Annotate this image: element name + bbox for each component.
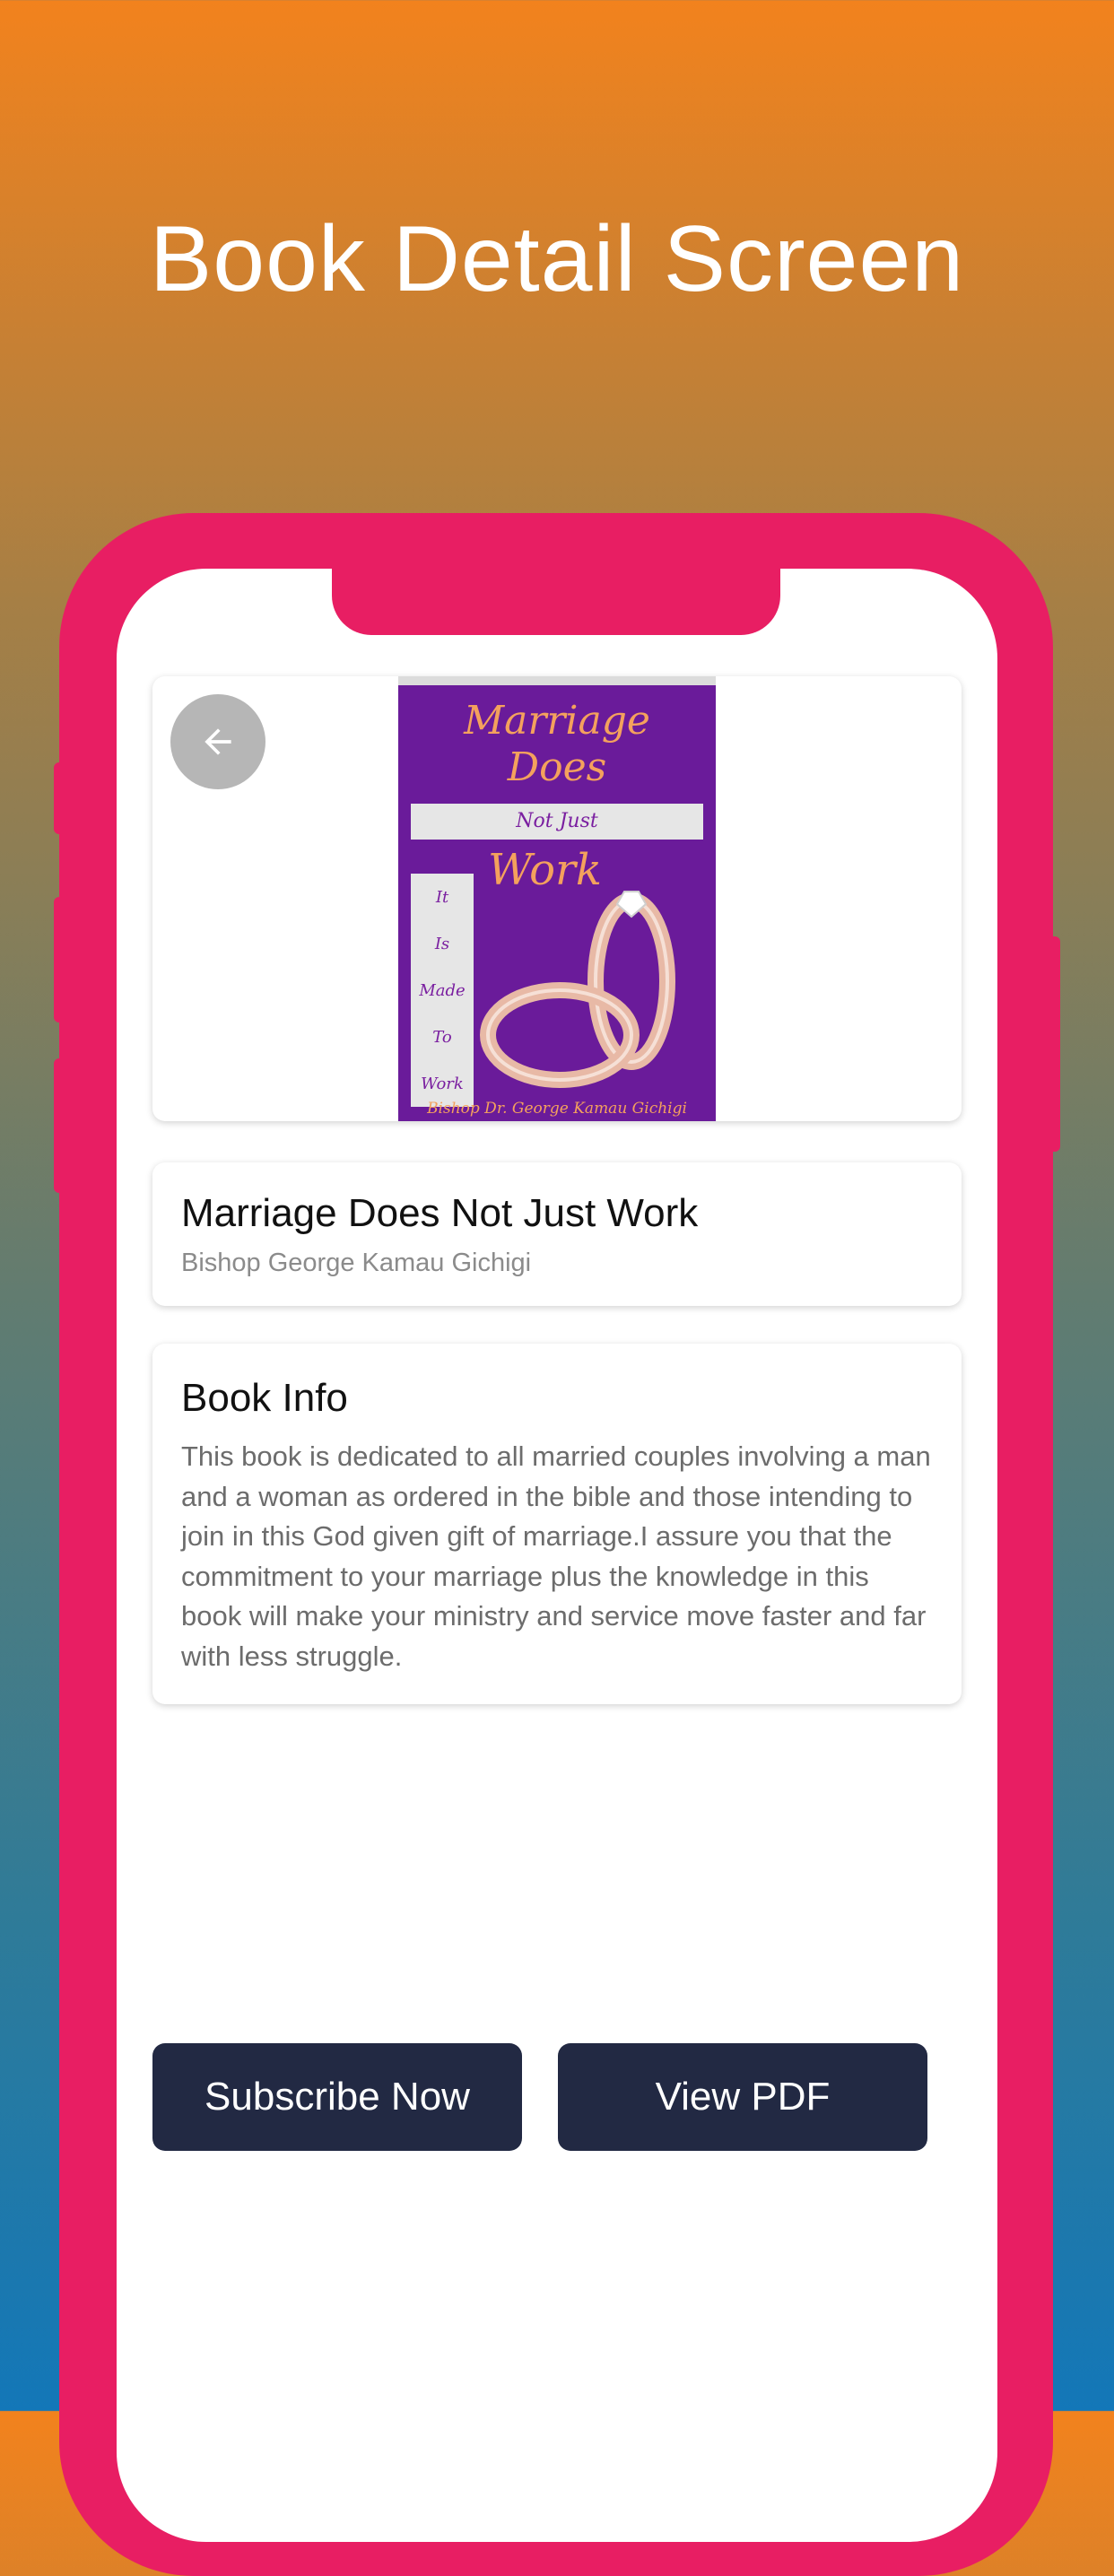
side-button-left-3: [54, 1058, 66, 1193]
headline: Book Detail Screen: [149, 207, 965, 311]
cover-side-word: Made: [419, 980, 466, 1000]
back-button[interactable]: [170, 694, 265, 789]
title-card: Marriage Does Not Just Work Bishop Georg…: [152, 1162, 962, 1306]
cover-band: Not Just: [411, 804, 703, 840]
cover-side-word: Is: [434, 934, 450, 953]
subscribe-now-button[interactable]: Subscribe Now: [152, 2043, 522, 2151]
cover-side-word: To: [432, 1027, 452, 1047]
arrow-left-icon: [205, 728, 231, 755]
cover-card: Marriage Does Not Just Work It Is Made T…: [152, 676, 962, 1121]
cover-title-line1: Marriage: [464, 698, 650, 744]
book-info-heading: Book Info: [181, 1376, 348, 1420]
cover-side-word: It: [435, 887, 449, 907]
side-button-left-1: [54, 762, 66, 834]
cover-top-strip: [398, 676, 716, 685]
cover-title: Marriage Does: [398, 698, 716, 791]
book-author: Bishop George Kamau Gichigi: [181, 1249, 532, 1277]
rings-illustration: [480, 891, 675, 1088]
book-title: Marriage Does Not Just Work: [181, 1191, 699, 1235]
book-description: This book is dedicated to all married co…: [181, 1440, 931, 1672]
side-button-right: [1048, 936, 1060, 1152]
cover-side-word: Work: [421, 1074, 464, 1093]
notch: [332, 569, 780, 635]
book-cover-image: Marriage Does Not Just Work It Is Made T…: [398, 676, 716, 1121]
phone-screen: Marriage Does Not Just Work It Is Made T…: [117, 569, 997, 2542]
cover-title-line2: Does: [507, 744, 607, 790]
cover-side-strip: It Is Made To Work: [411, 874, 474, 1107]
side-button-left-2: [54, 897, 66, 1023]
view-pdf-button[interactable]: View PDF: [558, 2043, 927, 2151]
book-info-card: Book Info This book is dedicated to all …: [152, 1344, 962, 1704]
cover-author: Bishop Dr. George Kamau Gichigi: [427, 1100, 687, 1118]
